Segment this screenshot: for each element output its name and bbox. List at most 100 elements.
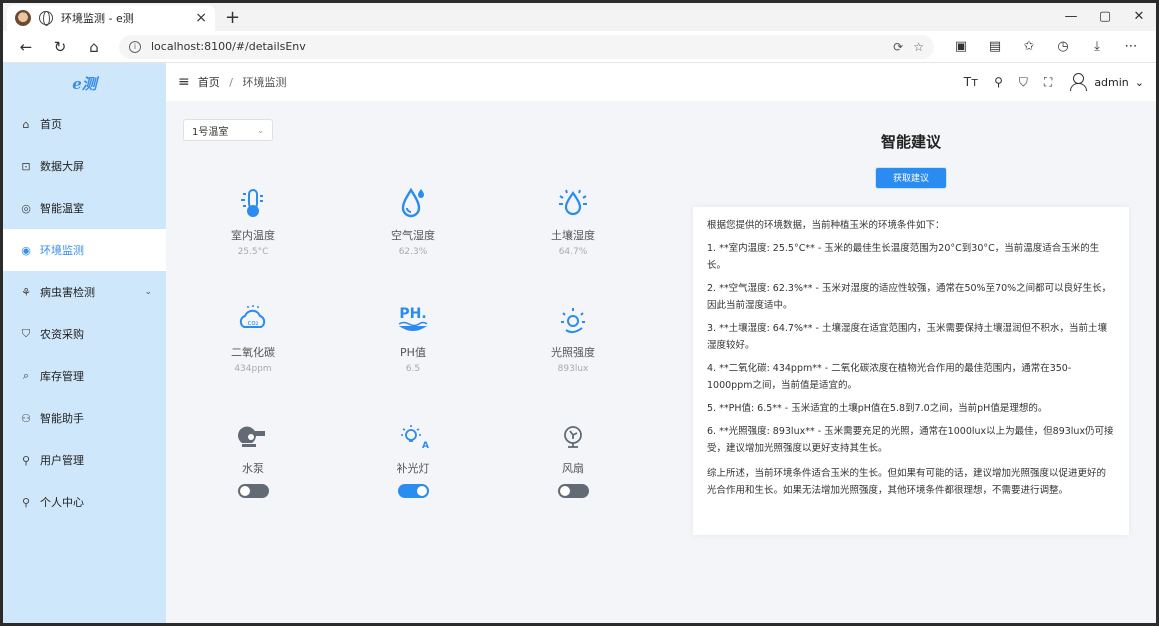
sensor-name: 光照强度 bbox=[551, 346, 595, 359]
translate-icon[interactable]: ⟳ bbox=[893, 40, 903, 54]
sidebar-item-label: 数据大屏 bbox=[40, 160, 84, 173]
top-header: ≡ 首页 / 环境监测 Tт ⚲ ⛉ ⛶ admin ⌄ bbox=[166, 63, 1156, 101]
sidebar-item-label: 首页 bbox=[40, 118, 62, 131]
history-icon[interactable]: ◷ bbox=[1046, 39, 1080, 54]
collections-icon[interactable]: ▤ bbox=[978, 39, 1012, 54]
advice-point: 6. **光照强度: 893lux** - 玉米需要充足的光照，通常在1000l… bbox=[707, 426, 1114, 454]
sidebar-item-greenhouse[interactable]: ◎ 智能温室 bbox=[3, 187, 166, 229]
sensor-name: 土壤湿度 bbox=[551, 229, 595, 242]
droplet-icon bbox=[358, 185, 468, 221]
profile-avatar-icon[interactable] bbox=[15, 10, 31, 26]
sidebar-item-label: 用户管理 bbox=[40, 454, 84, 467]
sidebar-item-label: 智能温室 bbox=[40, 202, 84, 215]
sidebar-item-purchase[interactable]: ⛉ 农资采购 bbox=[3, 313, 166, 355]
url-text[interactable]: localhost:8100/#/detailsEnv bbox=[151, 40, 306, 53]
search-icon[interactable]: ⚲ bbox=[994, 75, 1003, 89]
cart-icon: ⛉ bbox=[21, 327, 31, 340]
toolbar-icons: ▣ ▤ ✩ ◷ ⤓ ⋯ bbox=[944, 39, 1148, 54]
advice-point: 2. **空气湿度: 62.3%** - 玉米对湿度的适应性较强，通常在50%至… bbox=[707, 283, 1112, 311]
download-icon[interactable]: ⤓ bbox=[1080, 39, 1114, 54]
device-pump: 水泵 bbox=[198, 420, 308, 498]
advice-point: 3. **土壤湿度: 64.7%** - 土壤湿度在适宜范围内，玉米需要保持土壤… bbox=[707, 323, 1107, 351]
smart-advice-panel: 智能建议 获取建议 根据您提供的环境数据，当前种植玉米的环境条件如下： 1. *… bbox=[691, 101, 1131, 541]
sensor-value: 893lux bbox=[557, 364, 589, 374]
app-logo[interactable]: e测 bbox=[3, 63, 166, 103]
font-size-icon[interactable]: Tт bbox=[964, 75, 978, 89]
greenhouse-select[interactable]: 1号温室 ⌄ bbox=[183, 119, 273, 141]
device-name: 风扇 bbox=[562, 462, 584, 475]
advice-point: 4. **二氧化碳: 434ppm** - 二氧化碳浓度在植物光合作用的最佳范围… bbox=[707, 363, 1072, 391]
co2-icon: co₂ bbox=[198, 302, 308, 338]
sidebar-item-users[interactable]: ⚲ 用户管理 bbox=[3, 439, 166, 481]
advice-intro: 根据您提供的环境数据，当前种植玉米的环境条件如下： bbox=[707, 220, 945, 231]
grow-light-toggle[interactable] bbox=[397, 484, 429, 498]
maximize-icon[interactable]: ▢ bbox=[1088, 3, 1122, 31]
tab-bar: 环境监测 - e测 × + — ▢ ✕ bbox=[3, 3, 1156, 31]
monitor-icon: ◉ bbox=[21, 243, 31, 257]
split-screen-icon[interactable]: ▣ bbox=[944, 39, 978, 54]
new-tab-button[interactable]: + bbox=[225, 7, 240, 28]
lamp-icon: A bbox=[358, 420, 468, 456]
chevron-down-icon[interactable]: ⌄ bbox=[1135, 76, 1144, 89]
sidebar-item-pest-detection[interactable]: ⚘ 病虫害检测 ⌄ bbox=[3, 271, 166, 313]
reload-icon[interactable]: ↻ bbox=[45, 38, 75, 56]
username[interactable]: admin bbox=[1094, 76, 1128, 89]
site-info-icon[interactable]: i bbox=[129, 40, 141, 53]
sidebar-item-inventory[interactable]: ⌕ 库存管理 bbox=[3, 355, 166, 397]
favorites-bar-icon[interactable]: ✩ bbox=[1012, 39, 1046, 54]
minimize-icon[interactable]: — bbox=[1054, 3, 1088, 31]
sidebar-item-home[interactable]: ⌂ 首页 bbox=[3, 103, 166, 145]
main-content: ≡ 首页 / 环境监测 Tт ⚲ ⛉ ⛶ admin ⌄ 1号温室 ⌄ 室内温度… bbox=[166, 63, 1156, 623]
address-bar: ← ↻ ⌂ i localhost:8100/#/detailsEnv ⟳ ☆ … bbox=[3, 31, 1156, 63]
sensor-value: 6.5 bbox=[405, 364, 421, 374]
sidebar-item-assistant[interactable]: ⚇ 智能助手 bbox=[3, 397, 166, 439]
back-icon[interactable]: ← bbox=[11, 38, 41, 56]
tab-title: 环境监测 - e测 bbox=[61, 12, 134, 25]
breadcrumb-home[interactable]: 首页 bbox=[198, 76, 220, 89]
sensor-value: 62.3% bbox=[398, 247, 428, 257]
svg-text:co₂: co₂ bbox=[248, 319, 259, 327]
sensor-name: 空气湿度 bbox=[391, 229, 435, 242]
breadcrumb-current: 环境监测 bbox=[242, 76, 287, 89]
inventory-icon: ⌕ bbox=[22, 369, 30, 382]
window-close-icon[interactable]: ✕ bbox=[1122, 3, 1156, 31]
url-field[interactable]: i localhost:8100/#/detailsEnv ⟳ ☆ bbox=[119, 34, 934, 59]
users-icon: ⚲ bbox=[21, 453, 31, 467]
ph-icon: PH. bbox=[358, 302, 468, 338]
home-icon: ⌂ bbox=[22, 117, 30, 131]
fan-toggle[interactable] bbox=[557, 484, 589, 498]
tab-close-icon[interactable]: × bbox=[195, 10, 207, 26]
app-root: e测 ⌂ 首页 ⊡ 数据大屏 ◎ 智能温室 ◉ 环境监测 ⚘ 病虫害检测 ⌄ ⛉… bbox=[3, 63, 1156, 623]
light-icon bbox=[518, 302, 628, 338]
sidebar-item-dashboard[interactable]: ⊡ 数据大屏 bbox=[3, 145, 166, 187]
sidebar-item-label: 个人中心 bbox=[40, 496, 84, 509]
home-browser-icon[interactable]: ⌂ bbox=[79, 38, 109, 56]
svg-text:A: A bbox=[422, 441, 429, 451]
pump-toggle[interactable] bbox=[237, 484, 269, 498]
header-actions: Tт ⚲ ⛉ ⛶ admin ⌄ bbox=[964, 72, 1144, 92]
get-advice-button[interactable]: 获取建议 bbox=[875, 167, 947, 189]
breadcrumb: 首页 / 环境监测 bbox=[198, 74, 287, 90]
avatar[interactable] bbox=[1068, 72, 1088, 92]
chevron-down-icon[interactable]: ⌄ bbox=[144, 287, 152, 297]
sensor-value: 64.7% bbox=[558, 247, 588, 257]
sidebar-item-profile[interactable]: ⚲ 个人中心 bbox=[3, 481, 166, 523]
user-menu[interactable]: admin ⌄ bbox=[1068, 72, 1144, 92]
favorite-star-icon[interactable]: ☆ bbox=[913, 40, 924, 54]
menu-toggle-icon[interactable]: ≡ bbox=[178, 74, 190, 90]
window-controls: — ▢ ✕ bbox=[1054, 3, 1156, 31]
sensor-value: 25.5°C bbox=[237, 247, 269, 257]
sensor-air-humidity: 空气湿度 62.3% bbox=[358, 185, 468, 257]
sidebar-item-label: 智能助手 bbox=[40, 412, 84, 425]
advice-title: 智能建议 bbox=[880, 133, 941, 151]
shirt-theme-icon[interactable]: ⛉ bbox=[1019, 75, 1028, 90]
soil-moisture-icon bbox=[518, 185, 628, 221]
assistant-icon: ⚇ bbox=[21, 411, 31, 425]
advice-closing: 综上所述，当前环境条件适合玉米的生长。但如果有可能的话，建议增加光照强度以促进更… bbox=[707, 468, 1107, 496]
more-menu-icon[interactable]: ⋯ bbox=[1114, 39, 1148, 54]
sensor-name: PH值 bbox=[400, 346, 426, 359]
browser-tab[interactable]: 环境监测 - e测 × bbox=[7, 5, 215, 31]
fullscreen-icon[interactable]: ⛶ bbox=[1044, 75, 1052, 90]
fan-icon bbox=[518, 420, 628, 456]
sidebar-item-env-monitor[interactable]: ◉ 环境监测 bbox=[3, 229, 166, 271]
